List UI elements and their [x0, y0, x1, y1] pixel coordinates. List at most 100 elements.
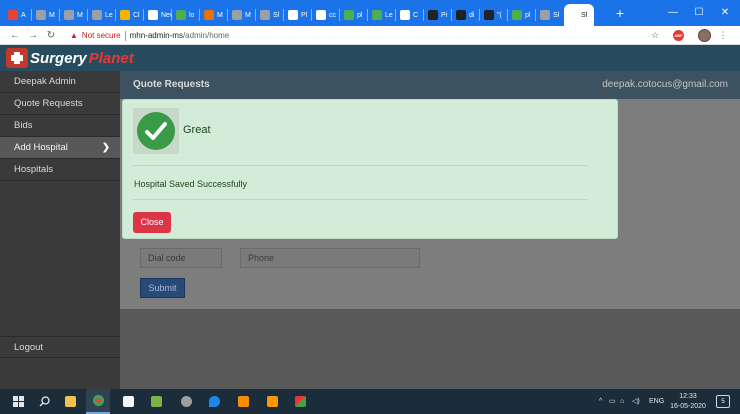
sidebar-item-label: Bids — [14, 120, 33, 131]
windows-start-icon[interactable] — [6, 389, 30, 414]
clock-date: 16-05-2020 — [670, 403, 706, 410]
security-status: Not secure — [81, 31, 121, 40]
tab-favicon-icon — [148, 10, 158, 20]
document-icon[interactable] — [116, 389, 140, 414]
tab-favicon-icon — [400, 10, 410, 20]
adblock-extension-icon[interactable]: ABP — [673, 30, 684, 41]
back-icon[interactable]: ← — [6, 26, 24, 45]
tab-favicon-icon — [428, 10, 438, 20]
volume-icon[interactable]: ◁) — [632, 389, 640, 414]
brand-logo[interactable]: Surgery Planet — [6, 48, 134, 68]
bookmark-star-icon[interactable]: ☆ — [648, 28, 662, 43]
browser-tab[interactable]: M — [200, 4, 228, 26]
notepad-icon[interactable] — [144, 389, 168, 414]
network-icon[interactable]: ⌂ — [620, 389, 624, 414]
tab-favicon-icon — [120, 10, 130, 20]
minimize-button[interactable]: — — [664, 4, 682, 22]
dial-code-input[interactable]: Dial code — [140, 248, 222, 268]
notification-center-icon[interactable]: 5 — [716, 395, 730, 408]
tab-favicon-icon — [232, 10, 242, 20]
tab-label: M — [217, 11, 223, 19]
browser-tab[interactable]: Pi — [424, 4, 452, 26]
page-title: Quote Requests — [133, 79, 210, 90]
browser-tab[interactable]: Pl — [284, 4, 312, 26]
modal-message: Hospital Saved Successfully — [134, 179, 248, 189]
browser-tab[interactable]: di — [452, 4, 480, 26]
maximize-button[interactable]: ☐ — [690, 4, 708, 22]
submit-button[interactable]: Submit — [140, 278, 185, 298]
battery-icon[interactable]: ▭ — [609, 389, 616, 414]
tab-label: C — [413, 11, 419, 19]
sidebar-item-add-hospital[interactable]: Add Hospital ❯ — [0, 137, 120, 159]
tab-label: M — [245, 11, 251, 19]
menu-kebab-icon[interactable]: ⋮ — [716, 28, 730, 43]
maps-icon[interactable] — [202, 389, 226, 414]
phone-input[interactable]: Phone — [240, 248, 420, 268]
browser-tab[interactable]: "( — [480, 4, 508, 26]
tab-favicon-icon — [36, 10, 46, 20]
browser-tab[interactable]: Cl — [116, 4, 144, 26]
screen: A M M Le Cl New T lo M M Sl Pl cc pl Le C Pi di "(pl Sl Sl ✕… — [0, 0, 740, 414]
tab-close-icon[interactable]: ✕ — [593, 11, 594, 20]
forward-icon[interactable]: → — [24, 26, 42, 45]
modal-title: Great — [183, 124, 211, 136]
checkmark-icon — [137, 112, 175, 150]
tab-label: Sl — [273, 11, 280, 19]
profile-avatar[interactable] — [698, 29, 711, 42]
sublime-icon[interactable] — [260, 389, 284, 414]
browser-tab[interactable]: Sl — [536, 4, 564, 26]
tab-favicon-icon — [64, 10, 74, 20]
browser-tab[interactable]: lo — [172, 4, 200, 26]
tab-favicon-icon — [8, 10, 18, 20]
window-close-button[interactable]: ✕ — [716, 4, 734, 22]
browser-tab[interactable]: C — [396, 4, 424, 26]
modal-icon-box — [133, 108, 179, 154]
browser-tab[interactable]: M — [32, 4, 60, 26]
tab-label: Cl — [133, 11, 140, 19]
browser-tab[interactable]: cc — [312, 4, 340, 26]
tab-label: lo — [189, 11, 195, 19]
browser-tab[interactable]: pl — [508, 4, 536, 26]
browser-tab[interactable]: Le — [88, 4, 116, 26]
tab-favicon-icon — [260, 10, 270, 20]
logout-button[interactable]: Logout — [0, 336, 120, 358]
app-header: Surgery Planet — [0, 45, 740, 71]
reload-icon[interactable]: ↻ — [42, 26, 60, 45]
tool-icon[interactable] — [174, 389, 198, 414]
language-indicator[interactable]: ENG — [649, 389, 664, 414]
tab-favicon-icon — [204, 10, 214, 20]
browser-tab[interactable]: A — [4, 4, 32, 26]
browser-tab[interactable]: New T — [144, 4, 172, 26]
user-email[interactable]: deepak.cotocus@gmail.com — [602, 79, 728, 90]
sidebar-item-user[interactable]: Deepak Admin — [0, 71, 120, 93]
tray-expand-icon[interactable]: ^ — [599, 389, 602, 414]
sidebar-item-quote-requests[interactable]: Quote Requests — [0, 93, 120, 115]
browser-tab[interactable]: Sl — [256, 4, 284, 26]
address-bar[interactable]: ▲ Not secure mhn-admin-ms/admin/home — [70, 28, 670, 43]
tab-favicon-icon — [288, 10, 298, 20]
clock-time: 12:33 — [679, 393, 697, 400]
browser-tab[interactable]: M — [60, 4, 88, 26]
xampp-icon[interactable] — [231, 389, 255, 414]
browser-tab[interactable]: Le — [368, 4, 396, 26]
browser-tab[interactable]: pl — [340, 4, 368, 26]
taskbar: ^ ▭ ⌂ ◁) ENG 12:33 16-05-2020 5 — [0, 389, 740, 414]
main-footer-area — [120, 309, 740, 389]
browser-tab[interactable]: M — [228, 4, 256, 26]
sidebar-item-label: Deepak Admin — [14, 76, 76, 87]
new-tab-button[interactable]: + — [612, 5, 628, 21]
modal-close-button[interactable]: Close — [133, 212, 171, 233]
tab-label: "( — [497, 11, 502, 19]
brand-word-2: Planet — [88, 49, 134, 67]
system-clock[interactable]: 12:33 16-05-2020 — [670, 392, 706, 412]
sidebar-item-bids[interactable]: Bids — [0, 115, 120, 137]
browser-tab[interactable]: Sl ✕ — [564, 4, 594, 26]
chrome-icon[interactable] — [86, 389, 110, 414]
tab-label: A — [21, 11, 26, 19]
search-icon[interactable] — [32, 389, 56, 414]
sidebar-item-hospitals[interactable]: Hospitals — [0, 159, 120, 181]
git-icon[interactable] — [288, 389, 312, 414]
success-modal: Great Hospital Saved Successfully Close — [122, 99, 618, 239]
file-explorer-icon[interactable] — [58, 389, 82, 414]
sidebar-item-label: Quote Requests — [14, 98, 83, 109]
